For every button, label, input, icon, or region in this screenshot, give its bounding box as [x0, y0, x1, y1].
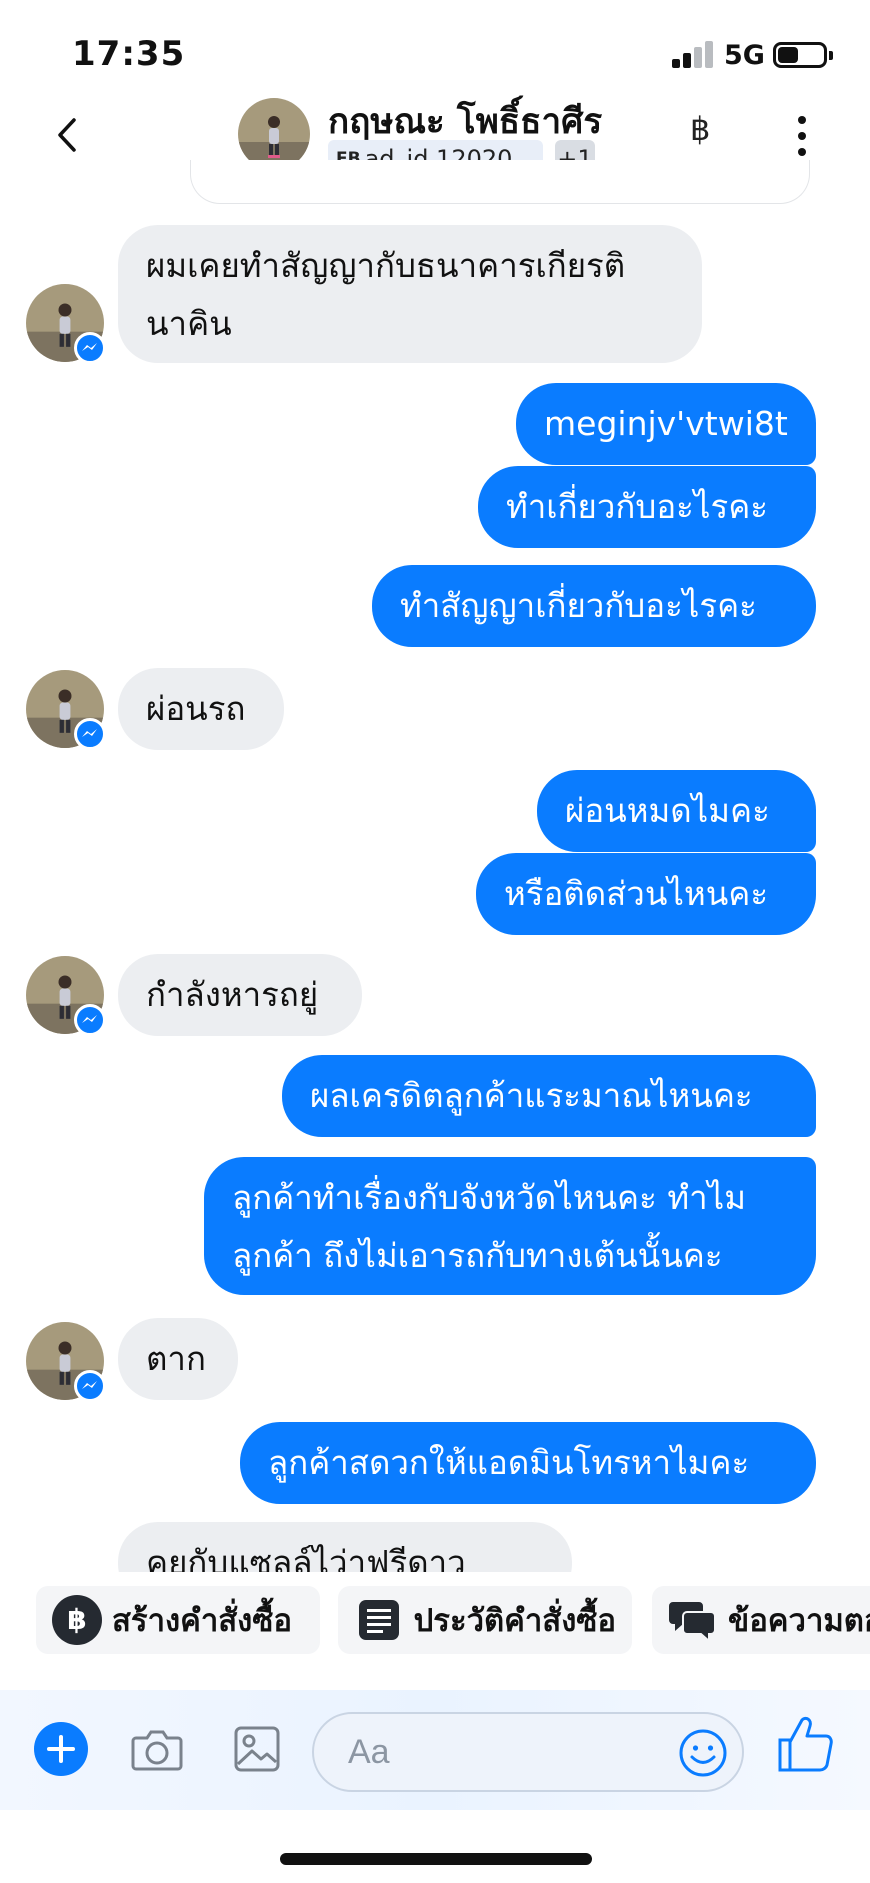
order-history-label: ประวัติคำสั่งซื้อ: [413, 1603, 616, 1639]
message-bubble-outgoing[interactable]: ทำเกี่ยวกับอะไรคะ: [478, 466, 816, 548]
message-line: ทำเกี่ยวกับอะไรคะ: [506, 487, 769, 526]
image-icon: [234, 1726, 280, 1772]
sender-avatar[interactable]: [26, 284, 106, 364]
message-line: meginjv'vtwi8t: [544, 404, 788, 443]
sender-avatar[interactable]: [26, 1322, 106, 1402]
message-line: ผมเคยทำสัญญากับธนาคารเกียรติ: [146, 246, 626, 285]
message-input-field[interactable]: [312, 1712, 744, 1792]
saved-replies-button[interactable]: ข้อความตอ: [652, 1586, 870, 1654]
message-bubble-incoming[interactable]: ผมเคยทำสัญญากับธนาคารเกียรติ นาคิน: [118, 225, 702, 363]
messenger-badge-icon: [74, 332, 106, 364]
message-list[interactable]: ผมเคยทำสัญญากับธนาคารเกียรติ นาคิน megin…: [0, 200, 870, 1572]
sender-avatar[interactable]: [26, 956, 106, 1036]
chat-bubbles-icon: [668, 1595, 718, 1645]
messenger-badge-icon: [74, 718, 106, 750]
camera-button[interactable]: [128, 1720, 186, 1778]
add-button[interactable]: [32, 1720, 90, 1778]
message-line: ตาก: [146, 1339, 206, 1378]
like-button[interactable]: [776, 1712, 834, 1772]
message-line: ทำสัญญาเกี่ยวกับอะไรคะ: [400, 586, 757, 625]
create-order-label: สร้างคำสั่งซื้อ: [112, 1603, 292, 1639]
emoji-button[interactable]: [678, 1728, 728, 1778]
chevron-left-icon: [58, 118, 76, 152]
battery-icon: [773, 42, 833, 68]
message-line: นาคิน: [146, 304, 232, 343]
camera-icon: [131, 1730, 183, 1771]
message-bubble-outgoing[interactable]: หรือติดส่วนไหนคะ: [476, 853, 816, 935]
message-bubble-incoming[interactable]: ผ่อนรถ: [118, 668, 284, 750]
network-label: 5G: [724, 40, 765, 71]
back-button[interactable]: [48, 110, 88, 160]
signal-icon: [672, 40, 716, 68]
create-order-button[interactable]: ฿ สร้างคำสั่งซื้อ: [36, 1586, 320, 1654]
message-bubble-incoming[interactable]: คุยกับแซลล์ไว่าฟรีดาว: [118, 1522, 572, 1572]
plus-icon: [34, 1722, 88, 1776]
sender-avatar[interactable]: [26, 670, 106, 750]
svg-text:฿: ฿: [67, 1603, 86, 1636]
message-line: ลูกค้า ถึงไม่เอารถกับทางเต้นนั้นคะ: [232, 1236, 723, 1275]
pinned-card-edge: [190, 160, 810, 204]
more-options-icon[interactable]: [796, 116, 808, 156]
message-input[interactable]: [348, 1730, 648, 1774]
message-line: ผ่อนรถ: [146, 689, 246, 728]
saved-replies-label: ข้อความตอ: [728, 1603, 870, 1639]
messenger-badge-icon: [74, 1370, 106, 1402]
baht-circle-icon: ฿: [52, 1595, 102, 1645]
message-bubble-outgoing[interactable]: ผ่อนหมดไมคะ: [537, 770, 816, 852]
status-time: 17:35: [72, 34, 186, 74]
message-bubble-outgoing[interactable]: meginjv'vtwi8t: [516, 383, 816, 465]
message-bubble-outgoing[interactable]: ผลเครดิตลูกค้าแระมาณไหนคะ: [282, 1055, 816, 1137]
message-bubble-outgoing[interactable]: ทำสัญญาเกี่ยวกับอะไรคะ: [372, 565, 816, 647]
message-bubble-incoming[interactable]: ตาก: [118, 1318, 238, 1400]
message-line: ผลเครดิตลูกค้าแระมาณไหนคะ: [310, 1076, 753, 1115]
message-line: คุยกับแซลล์ไว่าฟรีดาว: [146, 1543, 466, 1572]
smiley-icon: [679, 1729, 727, 1777]
quick-actions-bar: ฿ สร้างคำสั่งซื้อ ประวัติคำสั่งซื้อ ข้อค…: [0, 1572, 870, 1672]
order-list-icon: [354, 1595, 404, 1645]
gallery-button[interactable]: [228, 1720, 286, 1778]
home-indicator: [280, 1853, 592, 1865]
message-line: หรือติดส่วนไหนคะ: [504, 874, 769, 913]
message-bubble-outgoing[interactable]: ลูกค้าสดวกให้แอดมินโทรหาไมคะ: [240, 1422, 816, 1504]
message-bubble-incoming[interactable]: กำลังหารถยู่: [118, 954, 362, 1036]
composer-bar: [0, 1690, 870, 1810]
message-line: ลูกค้าทำเรื่องกับจังหวัดไหนคะ ทำไม: [232, 1178, 746, 1217]
message-line: ลูกค้าสดวกให้แอดมินโทรหาไมคะ: [268, 1443, 750, 1482]
baht-button[interactable]: ฿: [690, 110, 710, 148]
message-line: ผ่อนหมดไมคะ: [565, 791, 770, 830]
order-history-button[interactable]: ประวัติคำสั่งซื้อ: [338, 1586, 632, 1654]
message-line: กำลังหารถยู่: [146, 975, 319, 1014]
thumbs-up-icon: [778, 1716, 833, 1772]
messenger-badge-icon: [74, 1004, 106, 1036]
message-bubble-outgoing[interactable]: ลูกค้าทำเรื่องกับจังหวัดไหนคะ ทำไม ลูกค้…: [204, 1157, 816, 1295]
